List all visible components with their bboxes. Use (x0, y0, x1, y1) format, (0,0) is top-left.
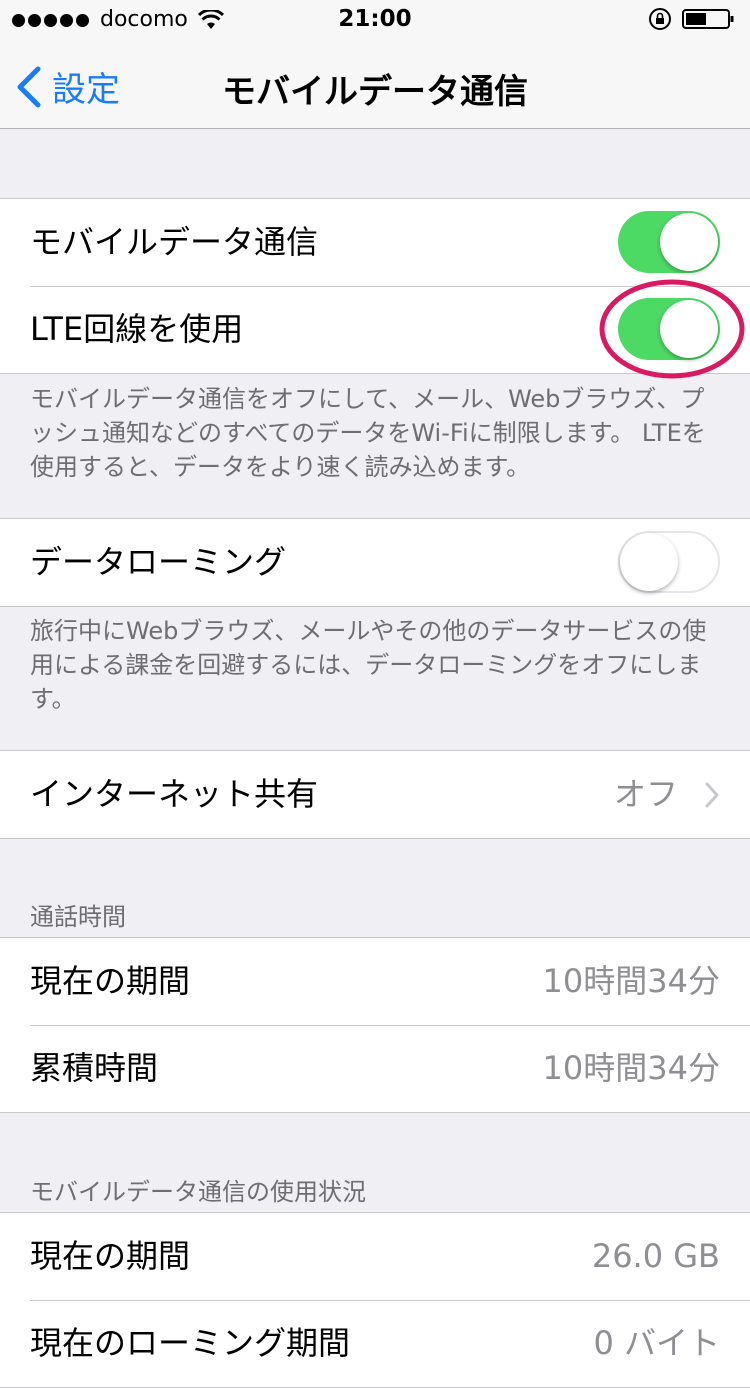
data-usage-roaming-row: 現在のローミング期間 0 バイト (0, 1300, 750, 1387)
lte-label: LTE回線を使用 (30, 310, 244, 348)
roaming-group: データローミング (0, 518, 750, 607)
status-bar: docomo 21:00 (0, 0, 750, 40)
status-time: 21:00 (338, 6, 412, 32)
highlight-circle (599, 279, 745, 379)
cellular-data-toggle[interactable] (618, 211, 720, 273)
cellular-data-row: モバイルデータ通信 (0, 199, 750, 286)
data-usage-current-value: 26.0 GB (591, 1237, 720, 1275)
data-usage-roaming-value: 0 バイト (593, 1324, 720, 1362)
personal-hotspot-label: インターネット共有 (30, 775, 319, 813)
data-usage-header: モバイルデータ通信の使用状況 (30, 1178, 366, 1206)
call-time-group: 現在の期間 10時間34分 累積時間 10時間34分 (0, 937, 750, 1113)
navigation-bar: 設定 モバイルデータ通信 (0, 40, 750, 129)
data-roaming-row: データローミング (0, 519, 750, 606)
call-time-lifetime-value: 10時間34分 (542, 1049, 720, 1087)
cellular-data-label: モバイルデータ通信 (30, 223, 319, 261)
chevron-right-icon (705, 782, 719, 808)
orientation-lock-icon (649, 8, 671, 30)
roaming-footer: 旅行中にWebブラウズ、メールやその他のデータサービスの使用による課金を回避する… (30, 617, 707, 713)
call-time-lifetime-row: 累積時間 10時間34分 (0, 1025, 750, 1112)
data-roaming-toggle[interactable] (618, 531, 720, 593)
page-title: モバイルデータ通信 (222, 72, 528, 112)
toggle-knob (660, 213, 718, 271)
status-right (648, 7, 736, 31)
personal-hotspot-row[interactable]: インターネット共有 オフ (0, 751, 750, 838)
cellular-footer: モバイルデータ通信をオフにして、メール、Webブラウズ、プッシュ通知などのすべて… (30, 385, 706, 481)
call-time-lifetime-label: 累積時間 (30, 1049, 159, 1087)
call-time-header: 通話時間 (30, 903, 126, 931)
hotspot-group: インターネット共有 オフ (0, 750, 750, 839)
call-time-current-label: 現在の期間 (30, 962, 191, 1000)
call-time-current-value: 10時間34分 (542, 962, 720, 1000)
data-usage-group: 現在の期間 26.0 GB 現在のローミング期間 0 バイト (0, 1212, 750, 1388)
data-usage-current-label: 現在の期間 (30, 1237, 191, 1275)
call-time-current-row: 現在の期間 10時間34分 (0, 938, 750, 1025)
battery-icon (682, 9, 734, 29)
toggle-knob (620, 533, 678, 591)
personal-hotspot-value: オフ (613, 775, 678, 813)
data-roaming-label: データローミング (30, 543, 287, 581)
data-usage-roaming-label: 現在のローミング期間 (30, 1324, 351, 1362)
data-usage-current-row: 現在の期間 26.0 GB (0, 1213, 750, 1300)
